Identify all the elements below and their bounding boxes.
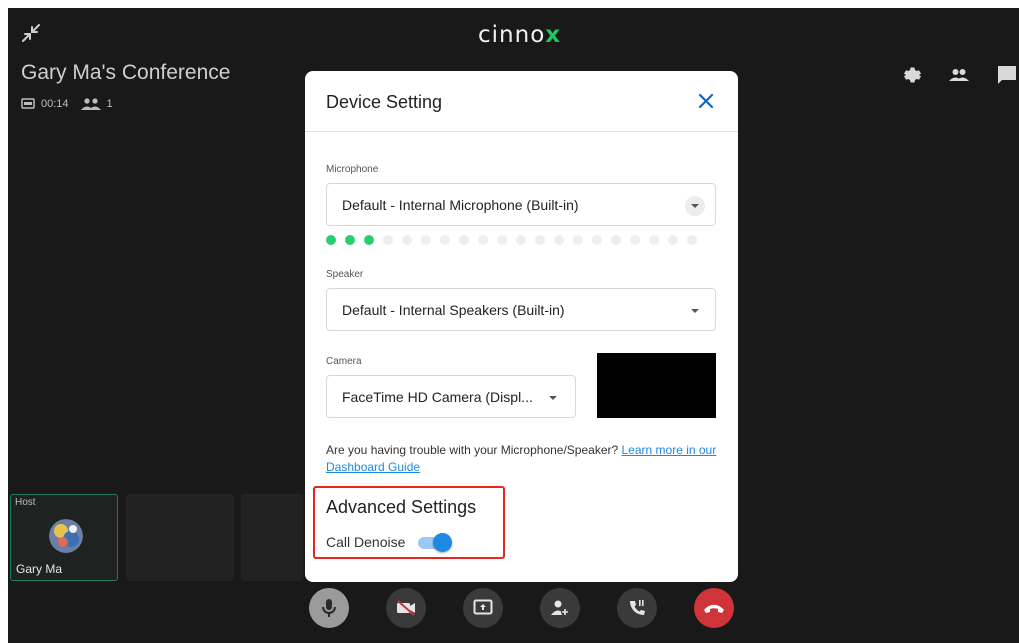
microphone-button[interactable] bbox=[309, 588, 349, 628]
conference-meta: 00:14 1 bbox=[21, 98, 113, 110]
level-dot bbox=[497, 235, 507, 245]
level-dot bbox=[668, 235, 678, 245]
invite-participant-button[interactable] bbox=[540, 588, 580, 628]
avatar bbox=[49, 519, 83, 553]
dialog-title: Device Setting bbox=[326, 92, 443, 112]
camera-preview bbox=[597, 353, 716, 418]
level-dot bbox=[611, 235, 621, 245]
toggle-knob bbox=[433, 533, 452, 552]
participant-count: 1 bbox=[106, 98, 113, 110]
level-dot bbox=[554, 235, 564, 245]
call-denoise-label: Call Denoise bbox=[326, 534, 406, 550]
chat-icon[interactable] bbox=[995, 63, 1019, 87]
share-screen-icon bbox=[473, 599, 493, 615]
settings-icon[interactable] bbox=[899, 63, 923, 87]
speaker-select[interactable]: Default - Internal Speakers (Built-in) bbox=[326, 288, 716, 331]
level-dot bbox=[516, 235, 526, 245]
level-dot bbox=[345, 235, 355, 245]
camera-label: Camera bbox=[326, 356, 362, 367]
dialog-header: Device Setting bbox=[305, 71, 738, 132]
level-dot bbox=[478, 235, 488, 245]
camera-value: FaceTime HD Camera (Displ... bbox=[342, 389, 533, 405]
close-icon[interactable] bbox=[696, 91, 716, 111]
speaker-label: Speaker bbox=[326, 269, 364, 280]
level-dot bbox=[687, 235, 697, 245]
dial-call-button[interactable] bbox=[617, 588, 657, 628]
hang-up-icon bbox=[704, 604, 724, 613]
call-timer: 00:14 bbox=[41, 98, 69, 110]
level-dot bbox=[383, 235, 393, 245]
end-call-button[interactable] bbox=[694, 588, 734, 628]
brand-logo: cinnox bbox=[478, 22, 562, 48]
chevron-down-icon bbox=[685, 196, 705, 216]
phone-dial-icon bbox=[630, 600, 645, 615]
microphone-icon bbox=[322, 599, 336, 617]
level-dot bbox=[630, 235, 640, 245]
level-dot bbox=[573, 235, 583, 245]
top-toolbar bbox=[899, 63, 1019, 87]
camera-button[interactable] bbox=[386, 588, 426, 628]
level-dot bbox=[649, 235, 659, 245]
participant-tile-host[interactable]: Host Gary Ma bbox=[10, 494, 118, 581]
level-dot bbox=[326, 235, 336, 245]
call-denoise-toggle[interactable] bbox=[418, 533, 452, 552]
host-label: Host bbox=[15, 497, 36, 508]
level-dot bbox=[535, 235, 545, 245]
conference-window: cinnox Gary Ma's Conference 00:14 1 Host bbox=[8, 8, 1019, 643]
level-dot bbox=[364, 235, 374, 245]
level-dot bbox=[459, 235, 469, 245]
participant-name: Gary Ma bbox=[16, 562, 63, 576]
chevron-down-icon bbox=[543, 388, 563, 408]
camera-off-icon bbox=[397, 600, 415, 616]
people-icon bbox=[80, 98, 101, 110]
add-person-icon bbox=[551, 600, 569, 616]
advanced-settings-title: Advanced Settings bbox=[326, 497, 477, 517]
device-setting-dialog: Device Setting Microphone Default - Inte… bbox=[305, 71, 738, 582]
microphone-select[interactable]: Default - Internal Microphone (Built-in) bbox=[326, 183, 716, 226]
microphone-level-meter bbox=[326, 235, 697, 245]
help-text: Are you having trouble with your Microph… bbox=[326, 443, 717, 474]
level-dot bbox=[402, 235, 412, 245]
chevron-down-icon bbox=[685, 301, 705, 321]
level-dot bbox=[592, 235, 602, 245]
microphone-value: Default - Internal Microphone (Built-in) bbox=[342, 197, 579, 213]
speaker-value: Default - Internal Speakers (Built-in) bbox=[342, 302, 565, 318]
level-dot bbox=[421, 235, 431, 245]
participant-tile-empty bbox=[241, 494, 303, 581]
collapse-icon[interactable] bbox=[20, 22, 42, 44]
microphone-label: Microphone bbox=[326, 164, 379, 175]
conference-title: Gary Ma's Conference bbox=[21, 61, 231, 84]
screen-share-icon bbox=[21, 98, 35, 109]
camera-select[interactable]: FaceTime HD Camera (Displ... bbox=[326, 375, 576, 418]
participant-tile-empty bbox=[126, 494, 234, 581]
share-screen-button[interactable] bbox=[463, 588, 503, 628]
participants-icon[interactable] bbox=[947, 63, 971, 87]
call-controls bbox=[309, 588, 734, 628]
level-dot bbox=[440, 235, 450, 245]
